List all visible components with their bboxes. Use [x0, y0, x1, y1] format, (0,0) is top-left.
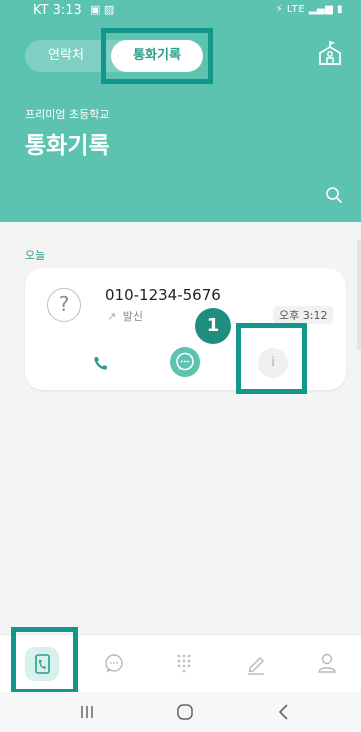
- back-icon[interactable]: [274, 702, 294, 722]
- nav-note[interactable]: [239, 647, 273, 681]
- nav-chat[interactable]: [97, 647, 131, 681]
- keypad-icon: [177, 654, 191, 673]
- recent-apps-icon[interactable]: [77, 702, 97, 722]
- section-date-label: 오늘: [25, 249, 46, 262]
- search-icon[interactable]: [325, 186, 343, 204]
- call-time: 오후 3:12: [273, 306, 334, 324]
- status-time: KT 3:13: [33, 3, 82, 18]
- nav-highlight-box: [11, 627, 78, 694]
- call-button[interactable]: [86, 348, 116, 378]
- school-name: 프리미엄 초등학교: [25, 108, 110, 121]
- note-icon: [248, 657, 264, 675]
- chat-icon: [105, 654, 123, 673]
- profile-icon: [318, 653, 336, 673]
- home-icon[interactable]: [175, 702, 195, 722]
- page-title: 통화기록: [25, 133, 110, 159]
- system-status-icons: ⚡ LTE ▂▄▆ ▮: [275, 4, 343, 15]
- avatar: ?: [47, 288, 81, 322]
- tab-highlight-box: [101, 28, 213, 84]
- phone-number: 010-1234-5676: [105, 286, 221, 304]
- tab-contacts[interactable]: 연락처: [25, 40, 107, 72]
- system-navigation-bar: [0, 692, 361, 732]
- school-icon[interactable]: [317, 40, 343, 66]
- step-number-badge: 1: [195, 308, 231, 344]
- info-highlight-box: [236, 323, 307, 394]
- nav-keypad[interactable]: [167, 647, 201, 681]
- call-direction-label: 발신: [122, 310, 143, 323]
- nav-profile[interactable]: [310, 647, 344, 681]
- message-button[interactable]: [170, 347, 200, 377]
- status-bar: KT 3:13 ▣ ▨ ⚡ LTE ▂▄▆ ▮: [0, 0, 361, 22]
- side-panel-handle[interactable]: [357, 240, 361, 350]
- notification-icons: ▣ ▨: [90, 3, 115, 16]
- call-direction: ↗ 발신: [107, 308, 143, 324]
- outgoing-call-icon: ↗: [107, 310, 117, 323]
